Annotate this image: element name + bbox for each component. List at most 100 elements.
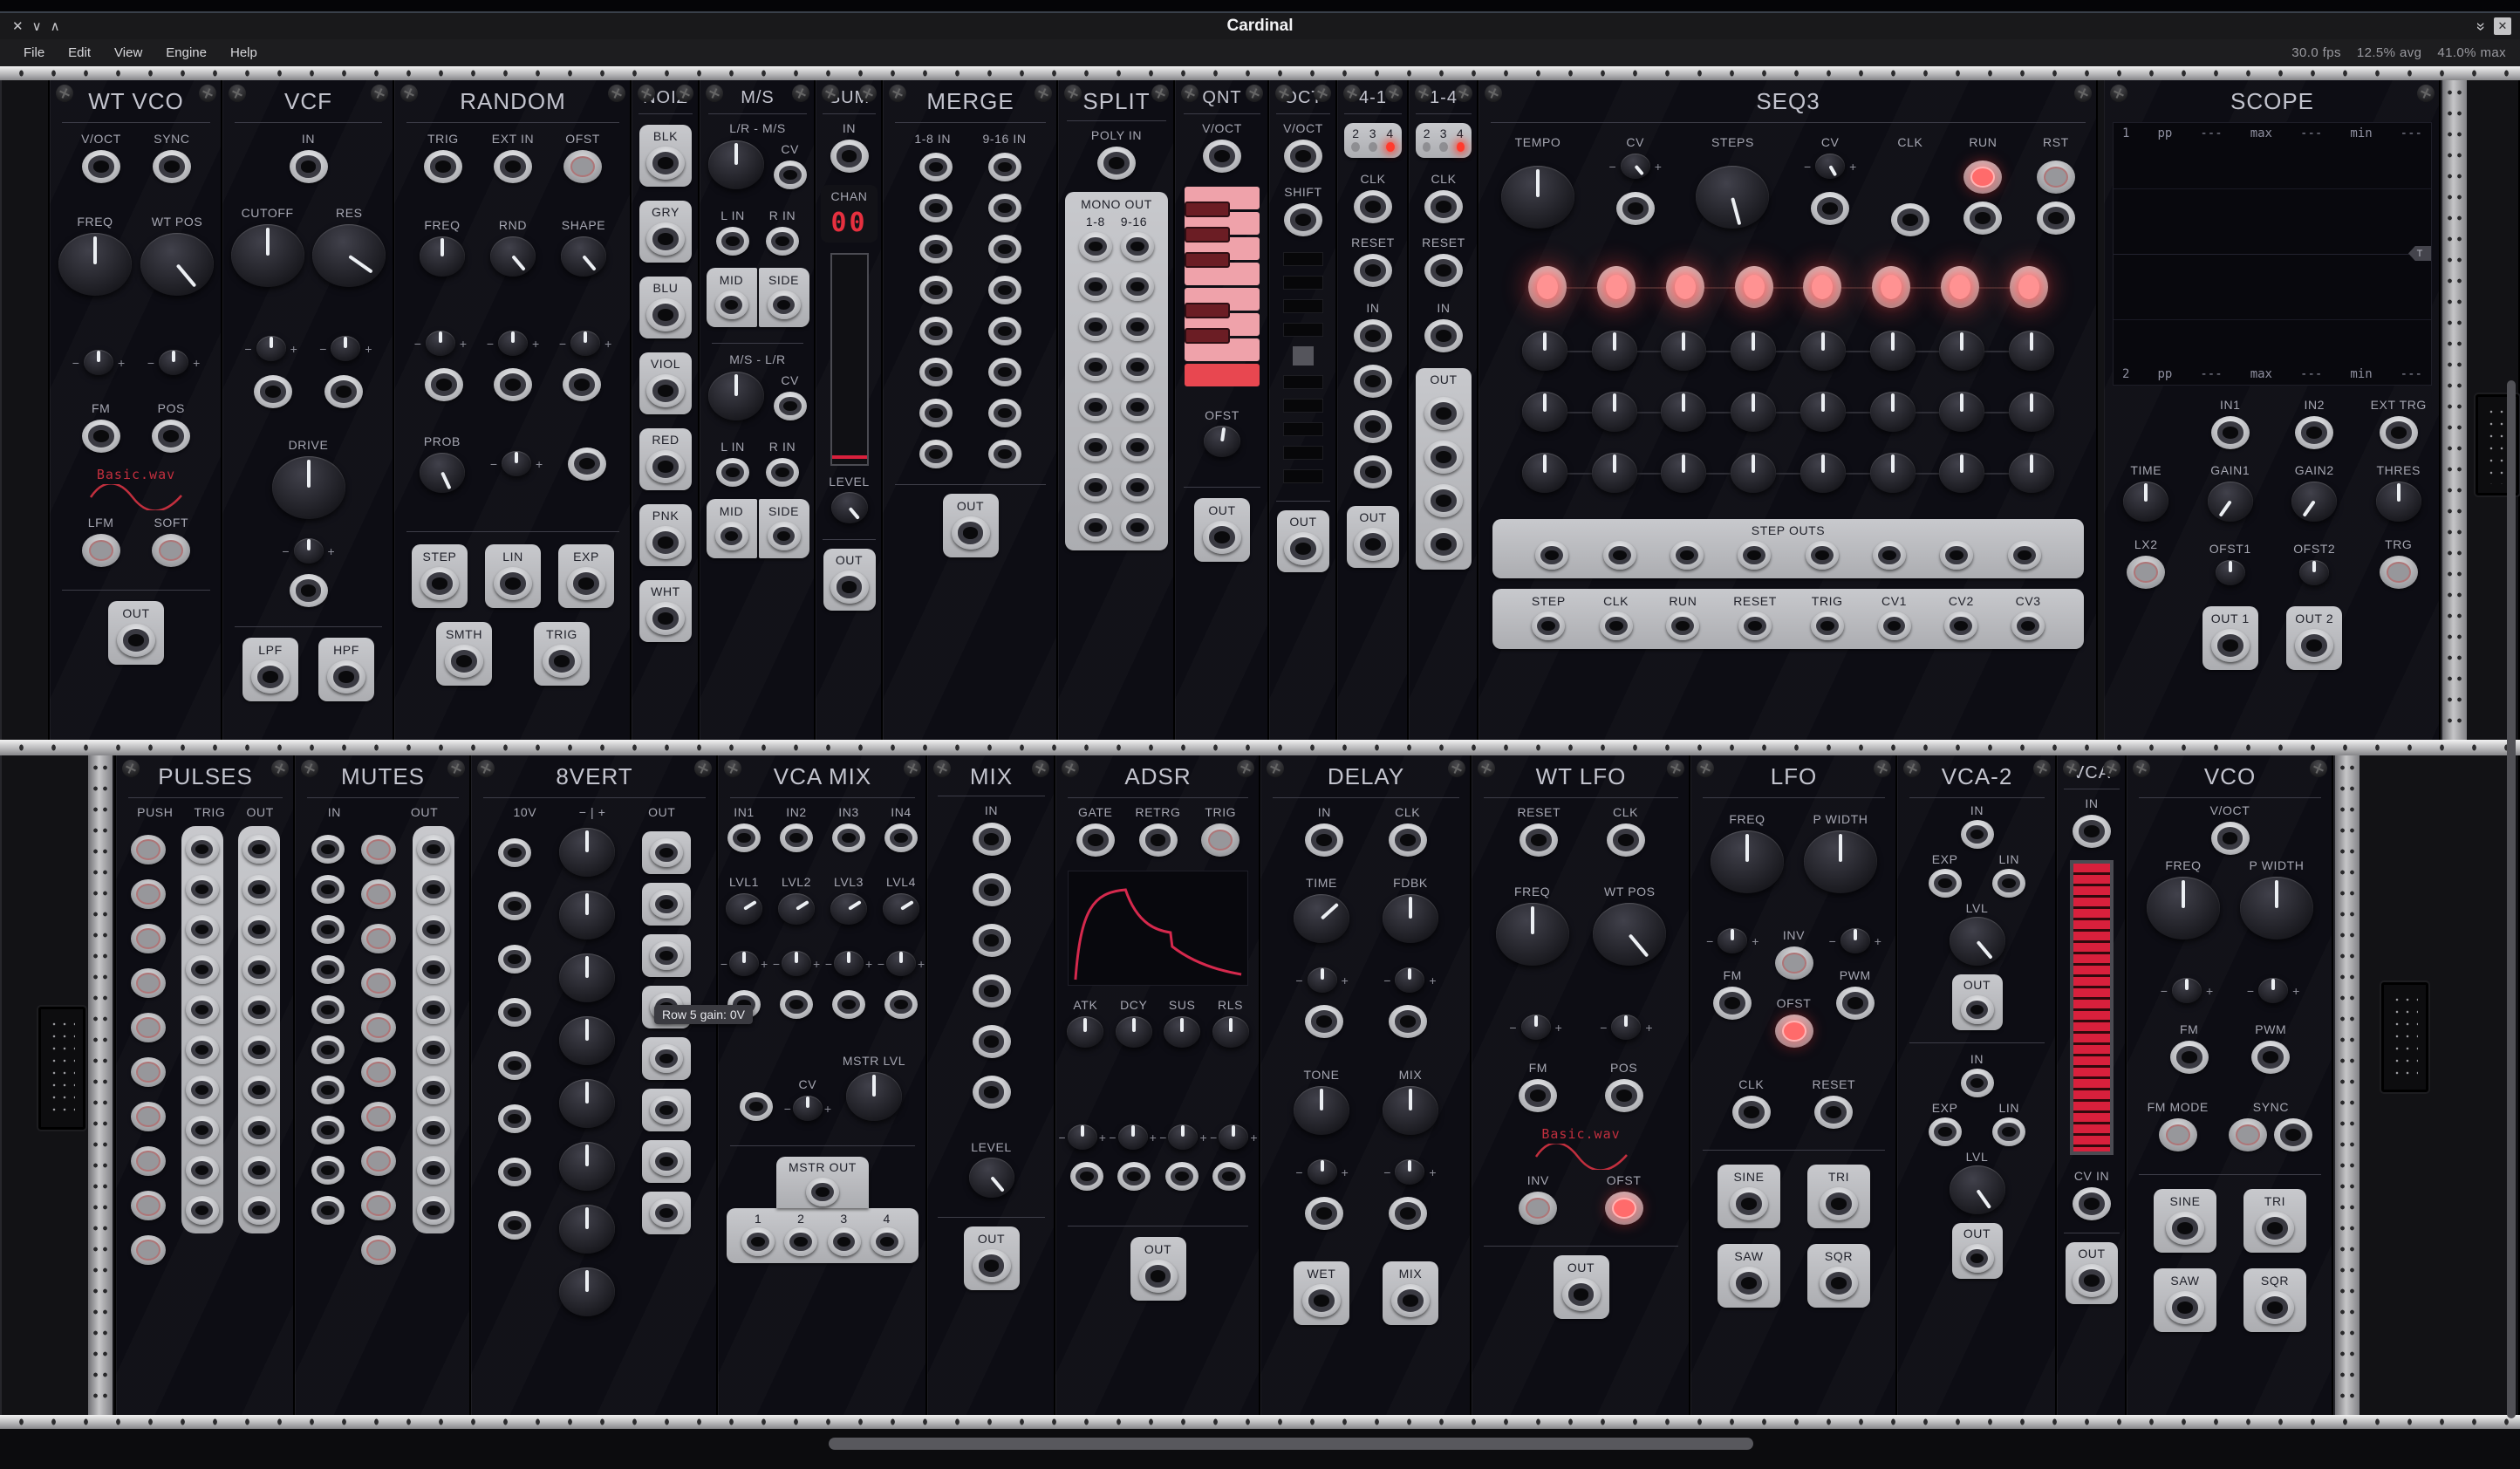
gain-input-port[interactable] <box>498 838 531 867</box>
cv3-step-knob[interactable] <box>2009 453 2054 493</box>
cv1-step-knob[interactable] <box>1870 331 1916 371</box>
tempo-cv-port[interactable] <box>1616 192 1655 225</box>
master-out-port[interactable] <box>806 1178 839 1206</box>
fdbk-knob[interactable] <box>1383 894 1438 943</box>
steps-knob[interactable] <box>1696 166 1769 229</box>
octave-selector[interactable] <box>1269 252 1337 483</box>
level-knob[interactable] <box>830 893 867 925</box>
gain-output-port[interactable] <box>650 1147 683 1176</box>
cv1-step-knob[interactable] <box>1731 331 1776 371</box>
gain-output-port[interactable] <box>650 838 683 867</box>
wtpos-knob[interactable] <box>1593 903 1666 966</box>
mute-input-port[interactable] <box>311 1076 345 1104</box>
channel-out-port[interactable] <box>741 1227 775 1256</box>
push-button[interactable] <box>131 1191 166 1220</box>
out-port[interactable] <box>2073 1264 2111 1297</box>
freq-knob[interactable] <box>58 233 132 296</box>
octave-segment[interactable] <box>1283 446 1323 460</box>
pos-input-port[interactable] <box>1605 1079 1643 1112</box>
step-gate-output-port[interactable] <box>1535 541 1568 570</box>
lfm-button[interactable] <box>82 534 120 567</box>
octave-segment[interactable] <box>1283 469 1323 483</box>
rnd-knob[interactable] <box>490 236 536 277</box>
clk-input-port[interactable] <box>1354 190 1392 223</box>
signal-input-port[interactable] <box>1354 365 1392 398</box>
shift-input-port[interactable] <box>1284 203 1322 236</box>
inv-button[interactable] <box>1519 1192 1557 1225</box>
noise-output-port[interactable] <box>646 602 685 635</box>
cutoff-knob[interactable] <box>231 224 304 287</box>
mute-input-port[interactable] <box>311 835 345 864</box>
freq-knob[interactable] <box>1496 903 1569 966</box>
ofst-button[interactable] <box>1775 1015 1813 1048</box>
split-output-port[interactable] <box>1121 473 1154 502</box>
signal-input-port[interactable] <box>1354 455 1392 489</box>
right-input-port[interactable] <box>766 227 799 256</box>
mix-input-port[interactable] <box>973 1076 1011 1109</box>
res-knob[interactable] <box>312 224 386 287</box>
envelope-knob[interactable] <box>1067 1016 1103 1048</box>
cv2-step-knob[interactable] <box>1870 392 1916 432</box>
run-button[interactable] <box>1963 161 2002 194</box>
pulse-output-port[interactable] <box>242 995 276 1024</box>
prob-trim-knob[interactable] <box>502 451 531 476</box>
sqr-output-port[interactable] <box>2256 1291 2294 1324</box>
gate-input-port[interactable] <box>1076 823 1115 857</box>
noise-output-port[interactable] <box>646 450 685 483</box>
step-button[interactable] <box>1666 266 1704 308</box>
octave-segment[interactable] <box>1283 375 1323 389</box>
split-output-port[interactable] <box>1079 393 1112 421</box>
push-button[interactable] <box>131 1013 166 1042</box>
seq-output-port[interactable] <box>1600 612 1633 640</box>
sus-cv-port[interactable] <box>1165 1162 1199 1191</box>
push-button[interactable] <box>131 835 166 864</box>
split-output-port[interactable] <box>1079 312 1112 341</box>
pulse-output-port[interactable] <box>242 1076 276 1104</box>
seq-output-port[interactable] <box>1532 612 1565 640</box>
close-icon[interactable]: ✕ <box>2494 17 2511 35</box>
cv2-step-knob[interactable] <box>1522 392 1567 432</box>
pwm-trim-knob[interactable] <box>1840 928 1870 953</box>
mix-input-port[interactable] <box>973 974 1011 1008</box>
level-cv-trim[interactable] <box>782 951 811 976</box>
mix-input-port[interactable] <box>973 823 1011 856</box>
merge-input-port[interactable] <box>988 358 1021 386</box>
wtpos-trim-knob[interactable] <box>159 350 188 375</box>
pulse-output-port[interactable] <box>242 1035 276 1064</box>
seq-output-port[interactable] <box>1944 612 1977 640</box>
wavetable-name[interactable]: Basic.wav <box>1472 1126 1690 1142</box>
channel-out-port[interactable] <box>871 1227 904 1256</box>
freq-cv-port[interactable] <box>425 368 463 401</box>
ofst2-trim[interactable] <box>2299 560 2329 585</box>
mix-input-port[interactable] <box>973 873 1011 906</box>
merge-input-port[interactable] <box>919 194 953 222</box>
side-output-port[interactable] <box>768 290 801 319</box>
channel-input-port[interactable] <box>727 823 761 852</box>
signal-input-port[interactable] <box>1354 319 1392 352</box>
trig-output-port[interactable] <box>186 1035 219 1064</box>
gain-output-port[interactable] <box>650 1096 683 1124</box>
channel-input-port[interactable] <box>780 823 813 852</box>
tempo-knob[interactable] <box>1501 166 1574 229</box>
cv2-step-knob[interactable] <box>1661 392 1706 432</box>
clock-input-port[interactable] <box>1607 823 1645 857</box>
split-output-port[interactable] <box>1121 513 1154 542</box>
channel-out-port[interactable] <box>784 1227 817 1256</box>
cv-input-port[interactable] <box>2073 1187 2111 1220</box>
dcy-cv-trim[interactable] <box>1118 1124 1148 1150</box>
octave-segment[interactable] <box>1283 422 1323 436</box>
trg-button[interactable] <box>2380 556 2418 589</box>
step-gate-output-port[interactable] <box>1873 541 1906 570</box>
pulse-output-port[interactable] <box>242 835 276 864</box>
mix-input-port[interactable] <box>973 924 1011 957</box>
split-output-port[interactable] <box>1079 232 1112 261</box>
pos-input-port[interactable] <box>152 420 190 453</box>
tone-knob[interactable] <box>1294 1086 1349 1135</box>
left-input-port[interactable] <box>716 227 749 256</box>
freq-knob[interactable] <box>420 236 465 277</box>
vca-out-port[interactable] <box>1961 995 1994 1024</box>
vca-input-port[interactable] <box>1961 820 1994 849</box>
res-trim-knob[interactable] <box>331 336 360 361</box>
menu-item[interactable]: File <box>24 45 44 60</box>
menu-item[interactable]: View <box>114 45 142 60</box>
